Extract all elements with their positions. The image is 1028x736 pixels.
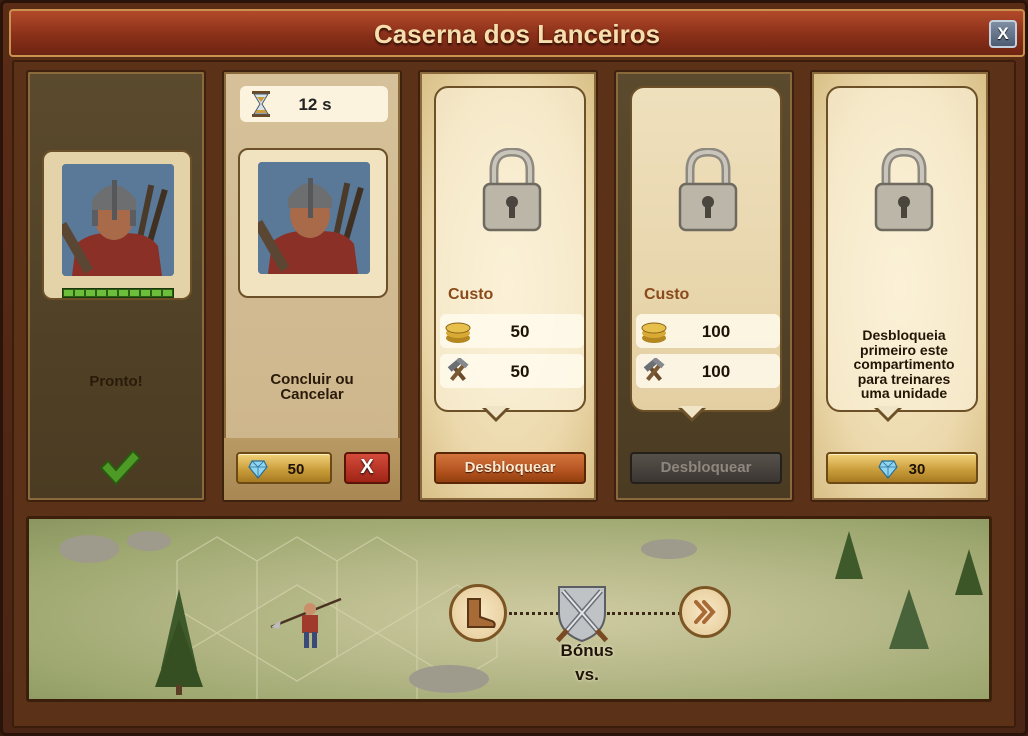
diamond-cost: 30 bbox=[908, 461, 926, 478]
training-slot-locked-1: Custo 50 50 Desbloquear bbox=[418, 70, 598, 502]
finish-or-cancel-text-2: Cancelar bbox=[280, 386, 344, 403]
supplies-hammer-icon bbox=[643, 358, 665, 381]
coins-icon bbox=[641, 322, 667, 343]
supplies-cost-row: 50 bbox=[440, 354, 584, 388]
info-bubble: Desbloqueia primeiro este compartimento … bbox=[826, 86, 978, 412]
coins-cost: 100 bbox=[701, 322, 731, 341]
training-progress-bar bbox=[62, 288, 174, 298]
padlock-icon bbox=[874, 148, 934, 232]
unlock-bubble: Custo 100 100 bbox=[630, 86, 782, 412]
pine-tree-left bbox=[155, 589, 203, 695]
supplies-hammer-icon bbox=[447, 358, 469, 381]
checkmark-icon[interactable] bbox=[98, 448, 142, 486]
finish-or-cancel-text-1: Concluir ou bbox=[270, 371, 354, 388]
unlock-button-disabled: Desbloquear bbox=[630, 452, 782, 484]
training-slot-in-progress: 12 s Concluir ou Cancelar 50 X bbox=[222, 70, 402, 502]
unlock-info-text: Desbloqueia primeiro este compartimento … bbox=[853, 327, 955, 401]
spearman-portrait bbox=[62, 164, 174, 276]
window-title: Caserna dos Lanceiros bbox=[373, 19, 661, 49]
cancel-button[interactable]: X bbox=[344, 452, 390, 484]
hex-grid bbox=[59, 531, 983, 699]
finish-cost: 50 bbox=[287, 461, 305, 478]
ready-status-text: Pronto! bbox=[89, 373, 143, 390]
unlock-button[interactable]: Desbloquear bbox=[434, 452, 586, 484]
crossed-swords-shield-icon[interactable] bbox=[553, 583, 611, 645]
coins-cost: 50 bbox=[510, 322, 530, 341]
supplies-cost-row: 100 bbox=[636, 354, 780, 388]
unit-portrait-frame[interactable] bbox=[42, 150, 192, 300]
coins-cost-row: 50 bbox=[440, 314, 584, 348]
cost-label: Custo bbox=[448, 286, 494, 303]
padlock-icon bbox=[678, 148, 738, 232]
coins-cost-row: 100 bbox=[636, 314, 780, 348]
unlock-with-diamonds-button[interactable]: 30 bbox=[826, 452, 978, 484]
spearman-portrait bbox=[258, 162, 370, 274]
training-timer: 12 s bbox=[240, 86, 388, 122]
unit-portrait-frame[interactable] bbox=[238, 148, 388, 298]
supplies-cost: 100 bbox=[701, 362, 731, 381]
supplies-cost: 50 bbox=[510, 362, 530, 381]
training-slot-ready: Pronto! bbox=[26, 70, 206, 502]
dotted-connector-right bbox=[607, 612, 681, 615]
bubble-tail bbox=[874, 406, 902, 422]
close-button[interactable]: X bbox=[989, 20, 1017, 48]
cost-label: Custo bbox=[644, 286, 690, 303]
coins-icon bbox=[445, 322, 471, 343]
boot-icon bbox=[467, 598, 496, 628]
double-chevron-right-icon bbox=[694, 600, 716, 624]
boot-icon-circle[interactable] bbox=[449, 584, 507, 642]
training-slot-locked-2: Custo 100 100 Desbloquear bbox=[614, 70, 794, 502]
unlock-bubble: Custo 50 50 bbox=[434, 86, 586, 412]
bubble-tail bbox=[482, 406, 510, 422]
finish-now-button[interactable]: 50 bbox=[236, 452, 332, 484]
battle-preview-map: Bónus vs. bbox=[26, 516, 992, 702]
next-arrow-circle[interactable] bbox=[679, 586, 731, 638]
diamond-icon bbox=[248, 460, 268, 479]
hourglass-icon bbox=[252, 91, 270, 117]
dotted-connector-left bbox=[509, 612, 559, 615]
padlock-icon bbox=[482, 148, 542, 232]
timer-text: 12 s bbox=[298, 95, 332, 114]
vs-label: vs. bbox=[575, 665, 599, 684]
training-slot-locked-3: Desbloqueia primeiro este compartimento … bbox=[810, 70, 990, 502]
bonus-label: Bónus bbox=[560, 641, 614, 660]
bubble-tail bbox=[678, 406, 706, 422]
title-bar: Caserna dos Lanceiros X bbox=[9, 9, 1025, 57]
